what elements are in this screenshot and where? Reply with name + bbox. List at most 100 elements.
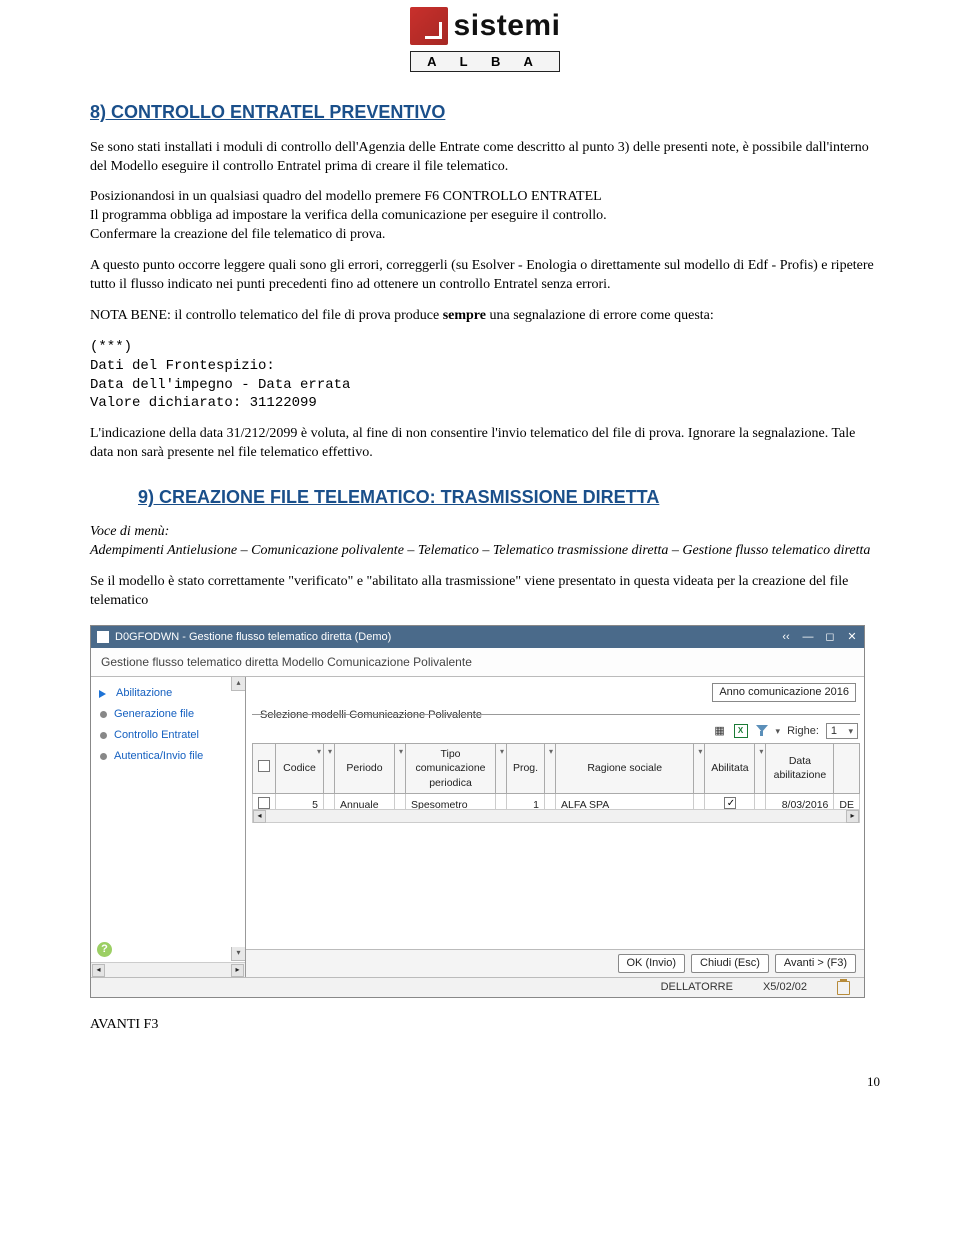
menu-path: Adempimenti Antielusione – Comunicazione… (90, 543, 870, 558)
dot-icon (100, 753, 107, 760)
bottom-bar: OK (Invio) Chiudi (Esc) Avanti > (F3) (246, 949, 864, 977)
section-label: Selezione modelli Comunicazione Polivale… (256, 708, 486, 723)
filter-icon[interactable] (755, 724, 769, 738)
grid-settings-icon[interactable]: ▦ (713, 724, 727, 738)
paragraph: Posizionandosi in un qualsiasi quadro de… (90, 188, 880, 245)
col-label: Codice (283, 762, 316, 774)
paragraph: Voce di menù: Adempimenti Antielusione –… (90, 523, 880, 561)
scroll-down-icon[interactable]: ▾ (231, 947, 245, 961)
col-checkbox[interactable] (253, 744, 276, 794)
code-line: Data dell'impegno - Data errata (90, 376, 880, 395)
code-line: (***) (90, 338, 880, 357)
paragraph: NOTA BENE: il controllo telematico del f… (90, 307, 880, 326)
col-codice[interactable]: Codice▾ (276, 744, 324, 794)
code-line: Dati del Frontespizio: (90, 357, 880, 376)
chevron-down-icon[interactable]: ▾ (776, 725, 781, 737)
logo-icon (410, 7, 448, 45)
sidebar-item-autentica[interactable]: Autentica/Invio file (95, 746, 241, 767)
arrow-icon (99, 689, 109, 699)
sidebar-item-abilitazione[interactable]: Abilitazione (95, 683, 241, 704)
grid-header-row: Codice▾ ▾ Periodo ▾ Tipo comunicazione p… (253, 744, 860, 794)
sidebar-item-generazione[interactable]: Generazione file (95, 704, 241, 725)
sidebar-item-controllo[interactable]: Controllo Entratel (95, 725, 241, 746)
col-periodo[interactable]: Periodo (335, 744, 395, 794)
window-title: D0GFODWN - Gestione flusso telematico di… (115, 630, 391, 645)
col-label: Periodo (346, 762, 382, 774)
maximize-icon[interactable]: ◻ (824, 631, 836, 643)
code-block: (***) Dati del Frontespizio: Data dell'i… (90, 338, 880, 414)
col-sep[interactable]: ▾ (694, 744, 705, 794)
app-icon (97, 631, 109, 643)
scroll-left-icon[interactable]: ◂ (253, 810, 266, 823)
col-tipo[interactable]: Tipo comunicazione periodica (406, 744, 496, 794)
text: NOTA BENE: il controllo telematico del f… (90, 308, 443, 323)
heading-8: 8) CONTROLLO ENTRATEL PREVENTIVO (90, 100, 880, 124)
scroll-left-icon[interactable]: ◂ (92, 964, 105, 977)
export-excel-icon[interactable]: X (734, 724, 748, 738)
divider (252, 714, 860, 715)
cell-abilitata-checkbox[interactable] (724, 797, 736, 809)
righe-input[interactable]: 1 (826, 723, 858, 739)
text: Il programma obbliga ad impostare la ver… (90, 208, 607, 223)
col-sep[interactable]: ▾ (496, 744, 507, 794)
logo-bar: A L B A (410, 51, 561, 73)
row-checkbox[interactable] (258, 797, 270, 809)
grid-tools: ▦ X ▾ Righe: 1 (713, 723, 858, 739)
anno-field[interactable]: Anno comunicazione 2016 (712, 683, 856, 702)
ok-button[interactable]: OK (Invio) (618, 954, 686, 973)
avanti-button[interactable]: Avanti > (F3) (775, 954, 856, 973)
chiudi-button[interactable]: Chiudi (Esc) (691, 954, 769, 973)
col-label: Prog. (513, 762, 538, 774)
app-window: D0GFODWN - Gestione flusso telematico di… (90, 625, 865, 998)
btn-label: OK (Invio) (627, 956, 677, 971)
subtitle-bar: Gestione flusso telematico diretta Model… (91, 648, 864, 677)
col-label: Data abilitazione (774, 755, 827, 781)
page-number: 10 (90, 1073, 880, 1091)
logo: sistemi A L B A (90, 0, 880, 86)
scroll-up-icon[interactable]: ▴ (231, 677, 245, 691)
scroll-right-icon[interactable]: ▸ (846, 810, 859, 823)
paragraph: A questo punto occorre leggere quali son… (90, 257, 880, 295)
sidebar-item-label: Controllo Entratel (114, 728, 199, 743)
col-extra[interactable] (834, 744, 860, 794)
col-ragione[interactable]: Ragione sociale (556, 744, 694, 794)
checkbox-icon[interactable] (258, 760, 270, 772)
titlebar: D0GFODWN - Gestione flusso telematico di… (91, 626, 864, 648)
col-sep[interactable]: ▾ (324, 744, 335, 794)
text-bold: sempre (443, 308, 486, 323)
avanti-note: AVANTI F3 (90, 1016, 880, 1035)
sidebar-item-label: Autentica/Invio file (114, 749, 203, 764)
logo-text: sistemi (454, 6, 561, 47)
trash-icon[interactable] (837, 981, 850, 995)
grid-hscroll[interactable]: ◂ ▸ (252, 809, 860, 823)
text: Posizionandosi in un qualsiasi quadro de… (90, 189, 602, 204)
scroll-right-icon[interactable]: ▸ (231, 964, 244, 977)
col-data-abil[interactable]: Data abilitazione (766, 744, 834, 794)
dot-icon (100, 711, 107, 718)
status-date: X5/02/02 (763, 980, 807, 995)
code-line: Valore dichiarato: 31122099 (90, 394, 880, 413)
sidebar-hscroll[interactable]: ◂ ▸ (91, 962, 245, 977)
col-abilitata[interactable]: Abilitata (705, 744, 755, 794)
btn-prev-icon[interactable]: ‹‹ (780, 631, 792, 643)
text: una segnalazione di errore come questa: (486, 308, 714, 323)
sidebar-item-label: Abilitazione (116, 686, 172, 701)
col-sep[interactable]: ▾ (545, 744, 556, 794)
col-prog[interactable]: Prog. (507, 744, 545, 794)
sidebar-item-label: Generazione file (114, 707, 194, 722)
righe-label: Righe: (787, 724, 819, 739)
sidebar: ▴ Abilitazione Generazione file Controll… (91, 677, 246, 977)
paragraph: Se sono stati installati i moduli di con… (90, 139, 880, 177)
paragraph: L'indicazione della data 31/212/2099 è v… (90, 425, 880, 463)
btn-label: Chiudi (Esc) (700, 956, 760, 971)
close-icon[interactable]: ✕ (846, 631, 858, 643)
righe-value: 1 (831, 724, 837, 739)
status-user: DELLATORRE (661, 980, 733, 995)
text: Confermare la creazione del file telemat… (90, 227, 385, 242)
heading-9: 9) CREAZIONE FILE TELEMATICO: TRASMISSIO… (90, 485, 880, 509)
minimize-icon[interactable]: — (802, 631, 814, 643)
col-sep[interactable]: ▾ (755, 744, 766, 794)
col-sep[interactable]: ▾ (395, 744, 406, 794)
help-icon[interactable]: ? (97, 942, 112, 957)
paragraph: Se il modello è stato correttamente "ver… (90, 573, 880, 611)
